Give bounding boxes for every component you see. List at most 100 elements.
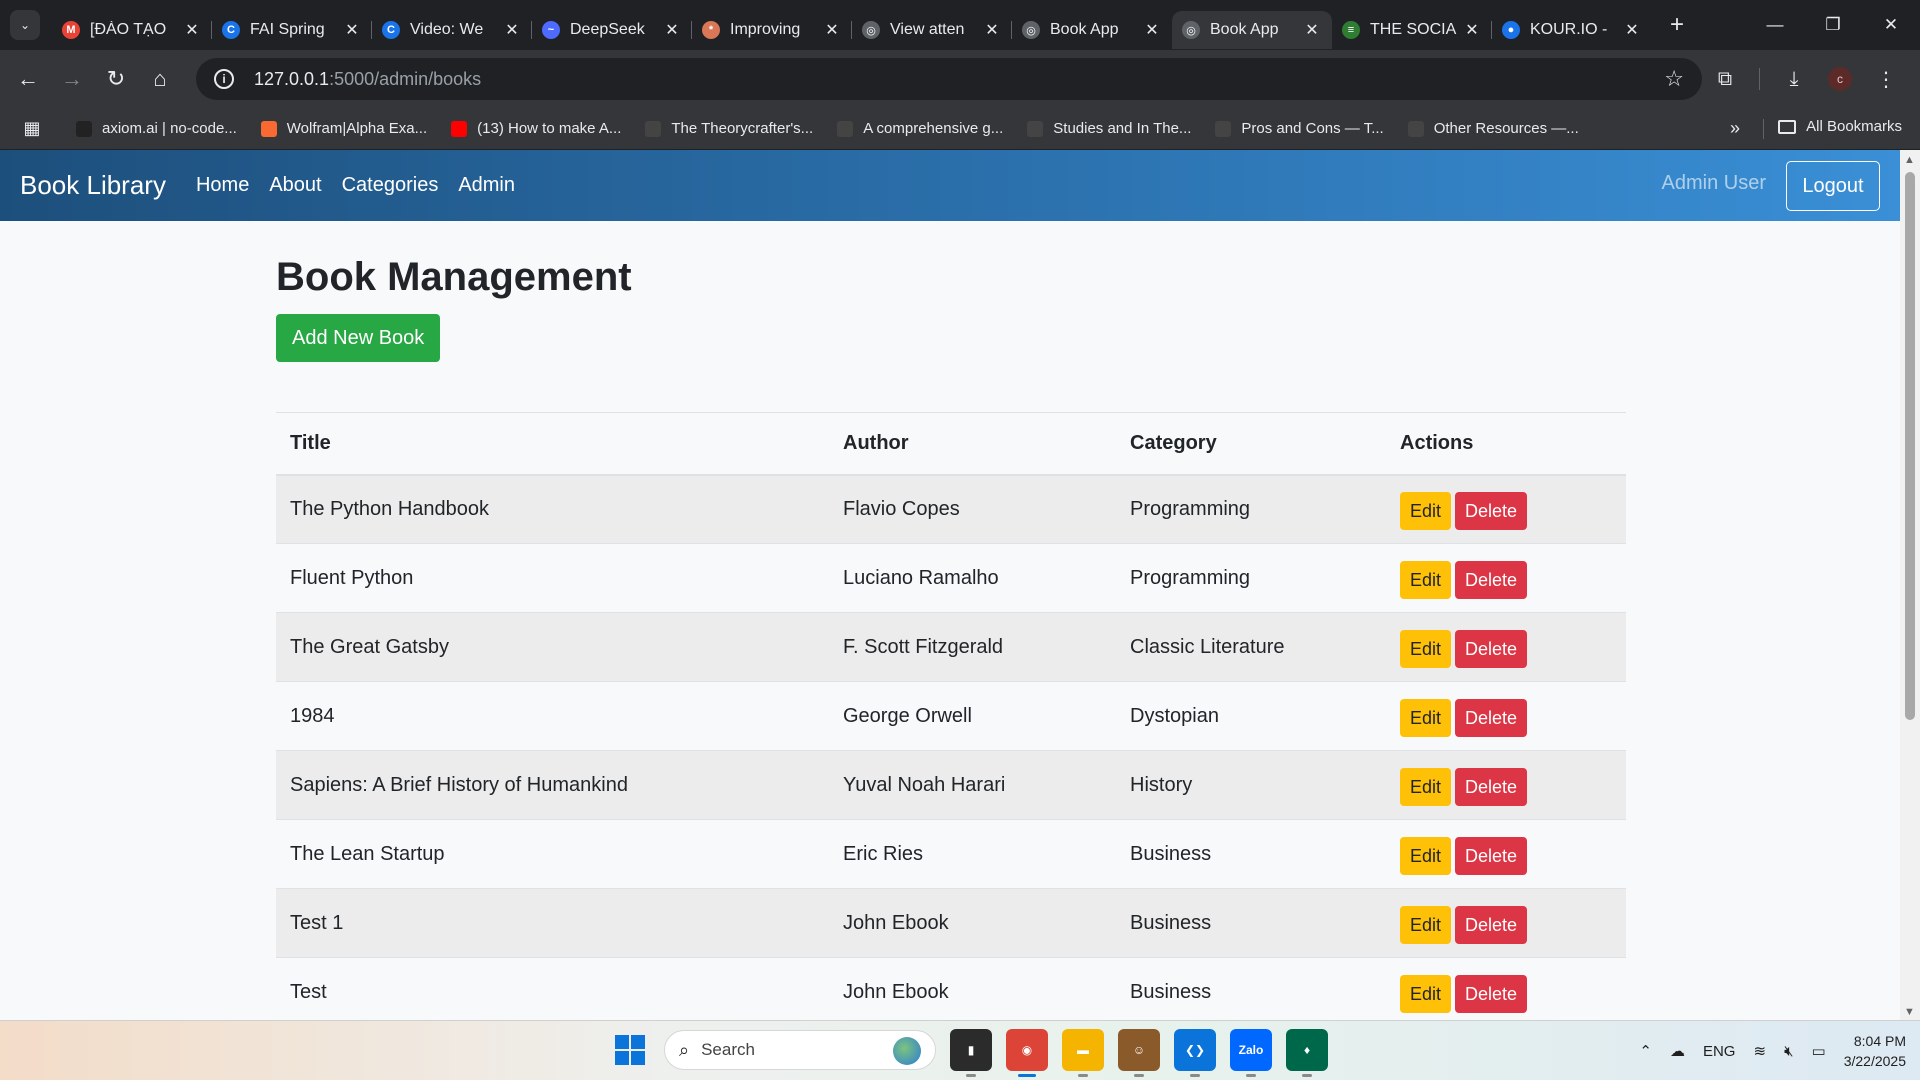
browser-tab[interactable]: M [ĐÀO TẠO ✕ bbox=[52, 11, 212, 49]
bookmark-item[interactable]: Wolfram|Alpha Exa... bbox=[260, 120, 427, 137]
book-category: Business bbox=[1116, 819, 1386, 889]
scroll-down-icon[interactable]: ▼ bbox=[1904, 1006, 1915, 1018]
tab-close-icon[interactable]: ✕ bbox=[982, 20, 1002, 40]
apps-grid-icon[interactable]: ▦ bbox=[12, 118, 52, 139]
browser-tab[interactable]: C FAI Spring ✕ bbox=[212, 11, 372, 49]
tab-close-icon[interactable]: ✕ bbox=[182, 20, 202, 40]
extensions-icon[interactable]: ⧉ bbox=[1705, 59, 1745, 99]
file-explorer-dark-icon[interactable]: ▮ bbox=[950, 1029, 992, 1077]
table-row: Fluent Python Luciano Ramalho Programming E… bbox=[276, 543, 1626, 613]
running-indicator bbox=[1018, 1074, 1036, 1077]
site-navbar: Book Library Home About Categories Admin… bbox=[0, 150, 1900, 221]
close-window-icon[interactable]: ✕ bbox=[1862, 0, 1920, 50]
reload-icon[interactable]: ↻ bbox=[94, 59, 138, 99]
bookmark-item[interactable]: (13) How to make A... bbox=[451, 120, 621, 137]
tab-label: THE SOCIA bbox=[1370, 21, 1457, 38]
tab-close-icon[interactable]: ✕ bbox=[1302, 20, 1322, 40]
windows-start-icon[interactable] bbox=[610, 1030, 650, 1070]
more-bookmarks-icon[interactable]: » bbox=[1730, 118, 1740, 139]
add-new-book-button[interactable]: Add New Book bbox=[276, 314, 441, 362]
onedrive-icon[interactable]: ☁ bbox=[1670, 1042, 1685, 1060]
nav-about[interactable]: About bbox=[269, 174, 321, 197]
delete-button[interactable]: Delete bbox=[1455, 837, 1527, 875]
url-text[interactable]: 127.0.0.1:5000/admin/books bbox=[254, 69, 481, 90]
tab-close-icon[interactable]: ✕ bbox=[502, 20, 522, 40]
tab-close-icon[interactable]: ✕ bbox=[822, 20, 842, 40]
battery-icon[interactable]: ▭ bbox=[1812, 1042, 1826, 1060]
edit-button[interactable]: Edit bbox=[1400, 837, 1451, 875]
tab-close-icon[interactable]: ✕ bbox=[662, 20, 682, 40]
all-bookmarks-label: All Bookmarks bbox=[1806, 118, 1902, 135]
edit-button[interactable]: Edit bbox=[1400, 561, 1451, 599]
new-tab-button[interactable]: + bbox=[1662, 11, 1692, 39]
edit-button[interactable]: Edit bbox=[1400, 906, 1451, 944]
vscode-icon[interactable]: ❮❯ bbox=[1174, 1029, 1216, 1077]
back-icon[interactable]: ← bbox=[6, 59, 50, 99]
volume-muted-icon[interactable]: 🔇︎ bbox=[1784, 1043, 1793, 1060]
browser-tab[interactable]: ◎ Book App ✕ bbox=[1172, 11, 1332, 49]
delete-button[interactable]: Delete bbox=[1455, 630, 1527, 668]
book-title: Test bbox=[276, 957, 829, 1020]
tab-close-icon[interactable]: ✕ bbox=[1622, 20, 1642, 40]
home-icon[interactable]: ⌂ bbox=[138, 59, 182, 99]
delete-button[interactable]: Delete bbox=[1455, 561, 1527, 599]
download-icon[interactable]: ⤓ bbox=[1774, 59, 1814, 99]
browser-tab[interactable]: ~ DeepSeek ✕ bbox=[532, 11, 692, 49]
tray-expand-icon[interactable]: ⌃ bbox=[1639, 1042, 1652, 1060]
mongodb-icon[interactable]: ♦ bbox=[1286, 1029, 1328, 1077]
edit-button[interactable]: Edit bbox=[1400, 975, 1451, 1014]
chrome-icon[interactable]: ◉ bbox=[1006, 1029, 1048, 1077]
nav-admin[interactable]: Admin bbox=[458, 174, 515, 197]
delete-button[interactable]: Delete bbox=[1455, 768, 1527, 806]
logout-button[interactable]: Logout bbox=[1786, 161, 1880, 211]
browser-tab[interactable]: ≡ THE SOCIA ✕ bbox=[1332, 11, 1492, 49]
delete-button[interactable]: Delete bbox=[1455, 492, 1527, 531]
delete-button[interactable]: Delete bbox=[1455, 906, 1527, 944]
address-bar[interactable]: i 127.0.0.1:5000/admin/books ☆ bbox=[196, 58, 1702, 100]
restore-icon[interactable]: ❐ bbox=[1804, 0, 1862, 50]
clock[interactable]: 8:04 PM 3/22/2025 bbox=[1844, 1031, 1906, 1071]
tab-close-icon[interactable]: ✕ bbox=[1142, 20, 1162, 40]
bookmark-star-icon[interactable]: ☆ bbox=[1664, 66, 1684, 92]
minimize-icon[interactable]: — bbox=[1746, 0, 1804, 50]
bookmark-item[interactable]: Pros and Cons — T... bbox=[1215, 120, 1384, 137]
bookmark-item[interactable]: A comprehensive g... bbox=[837, 120, 1003, 137]
bookmark-item[interactable]: Studies and In The... bbox=[1027, 120, 1191, 137]
bookmark-item[interactable]: The Theorycrafter's... bbox=[645, 120, 813, 137]
tab-close-icon[interactable]: ✕ bbox=[342, 20, 362, 40]
tab-close-icon[interactable]: ✕ bbox=[1462, 20, 1482, 40]
nav-home[interactable]: Home bbox=[196, 174, 249, 197]
all-bookmarks-button[interactable]: All Bookmarks bbox=[1778, 118, 1902, 135]
portrait-app-icon[interactable]: ☺ bbox=[1118, 1029, 1160, 1077]
delete-button[interactable]: Delete bbox=[1455, 975, 1527, 1014]
edit-button[interactable]: Edit bbox=[1400, 630, 1451, 668]
file-explorer-icon[interactable]: ▬ bbox=[1062, 1029, 1104, 1077]
profile-avatar[interactable]: c bbox=[1828, 67, 1852, 91]
browser-tab[interactable]: C Video: We ✕ bbox=[372, 11, 532, 49]
delete-button[interactable]: Delete bbox=[1455, 699, 1527, 737]
edit-button[interactable]: Edit bbox=[1400, 699, 1451, 737]
edit-button[interactable]: Edit bbox=[1400, 768, 1451, 806]
zalo-icon[interactable]: Zalo bbox=[1230, 1029, 1272, 1077]
language-indicator[interactable]: ENG bbox=[1703, 1043, 1736, 1060]
wifi-icon[interactable]: ≋ bbox=[1753, 1042, 1766, 1060]
browser-tab[interactable]: ◎ Book App ✕ bbox=[1012, 11, 1172, 49]
forward-icon[interactable]: → bbox=[50, 59, 94, 99]
scrollbar-thumb[interactable] bbox=[1905, 172, 1915, 720]
taskbar-search[interactable]: ⌕ Search bbox=[664, 1030, 936, 1070]
browser-tab[interactable]: ● KOUR.IO - ✕ bbox=[1492, 11, 1652, 49]
tab-label: Improving bbox=[730, 21, 801, 38]
site-info-icon[interactable]: i bbox=[214, 69, 234, 89]
page-scrollbar[interactable]: ▲ ▼ bbox=[1900, 150, 1920, 1020]
nav-categories[interactable]: Categories bbox=[342, 174, 439, 197]
tab-search-button[interactable]: ⌄ bbox=[10, 10, 40, 40]
edit-button[interactable]: Edit bbox=[1400, 492, 1451, 531]
brand-link[interactable]: Book Library bbox=[20, 170, 166, 201]
browser-tab[interactable]: ◎ View atten ✕ bbox=[852, 11, 1012, 49]
browser-tab[interactable]: * Improving ✕ bbox=[692, 11, 852, 49]
book-title: Test 1 bbox=[276, 888, 829, 958]
more-menu-icon[interactable]: ⋮ bbox=[1866, 59, 1906, 99]
bookmark-item[interactable]: Other Resources —... bbox=[1407, 120, 1579, 137]
scroll-up-icon[interactable]: ▲ bbox=[1904, 154, 1915, 166]
bookmark-item[interactable]: axiom.ai | no-code... bbox=[76, 120, 237, 137]
